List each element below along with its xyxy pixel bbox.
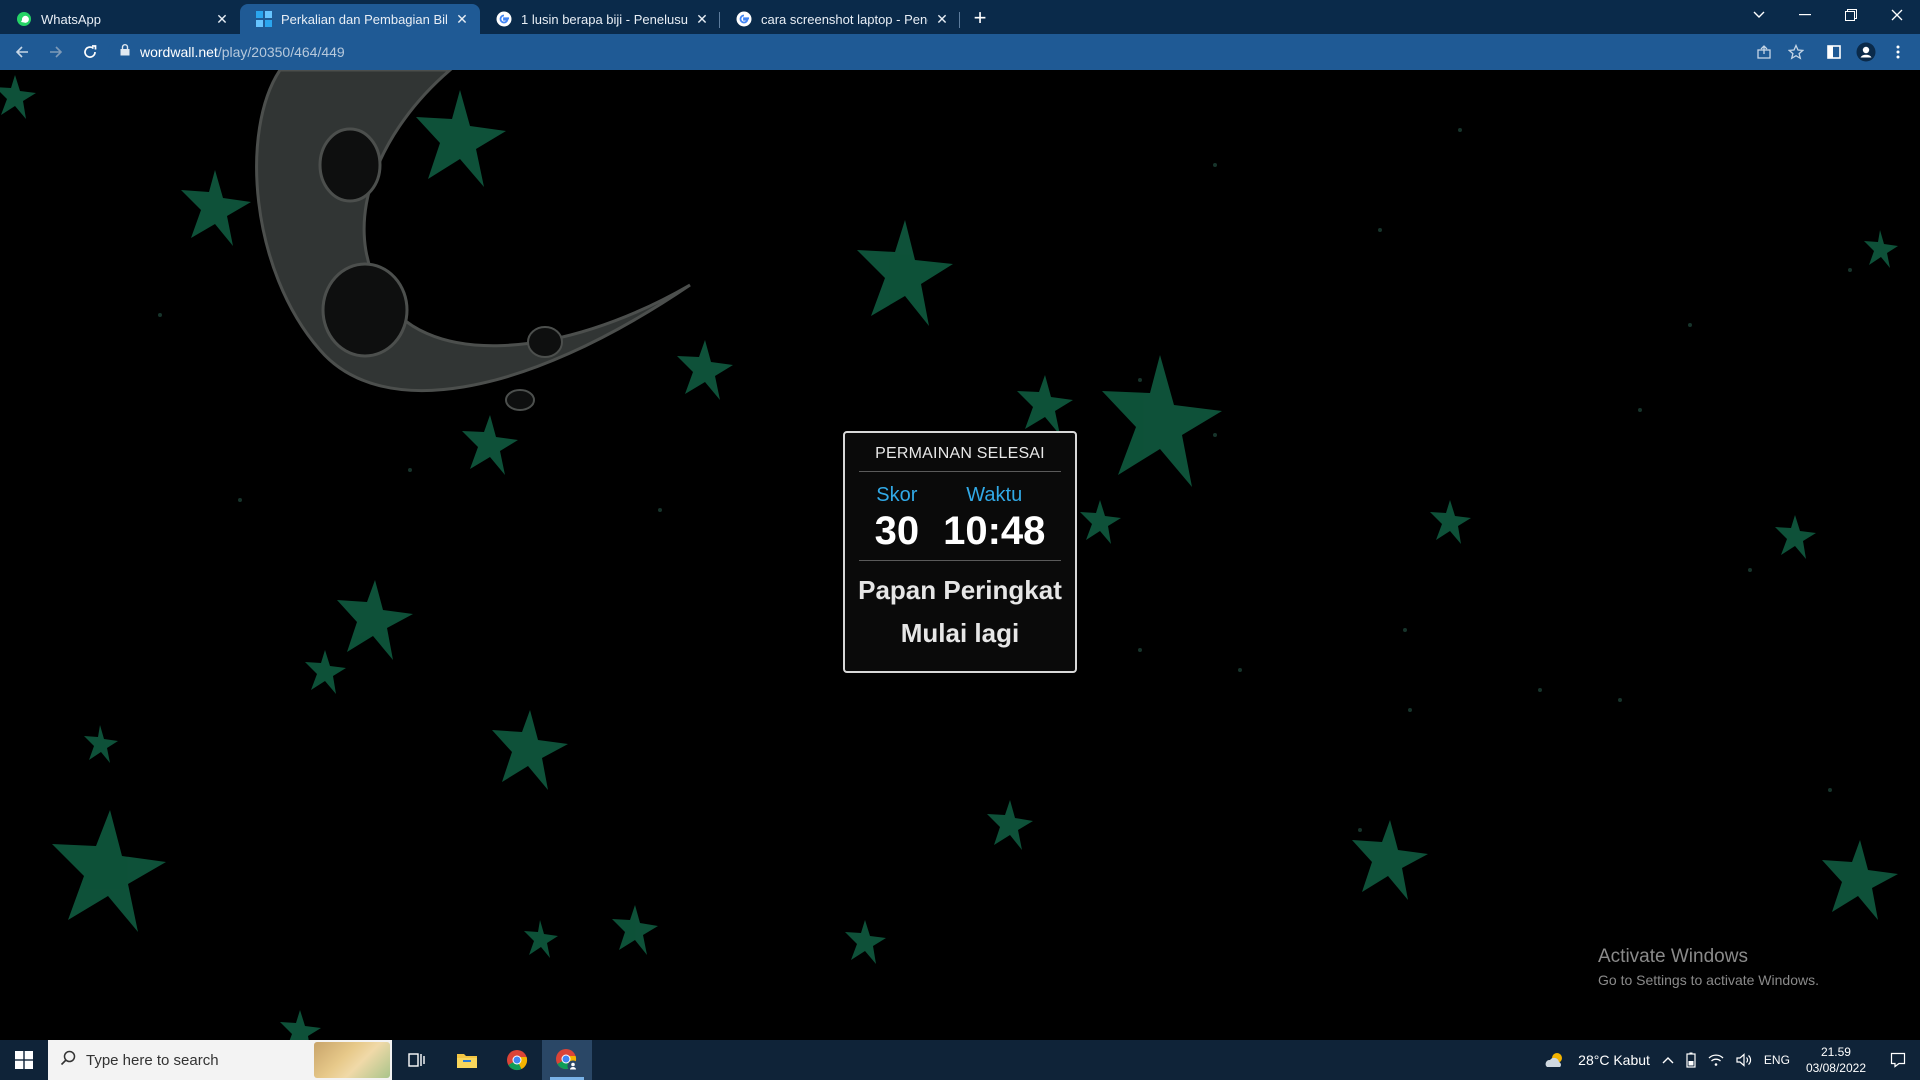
search-icon	[60, 1050, 76, 1071]
windows-start-button[interactable]	[0, 1040, 48, 1080]
menu-kebab-icon[interactable]	[1882, 36, 1914, 68]
leaderboard-button[interactable]: Papan Peringkat	[845, 575, 1075, 606]
browser-toolbar: wordwall.net/play/20350/464/449	[0, 34, 1920, 70]
battery-icon[interactable]	[1680, 1052, 1702, 1068]
url-path: /play/20350/464/449	[217, 44, 345, 60]
tab-google-lusin[interactable]: 1 lusin berapa biji - Penelusuran ✕	[480, 4, 720, 34]
volume-icon[interactable]	[1730, 1053, 1758, 1067]
game-over-panel: PERMAINAN SELESAI Skor 30 Waktu 10:48 Pa…	[843, 431, 1077, 673]
tab-title: Perkalian dan Pembagian Bilanga	[281, 11, 448, 27]
search-highlight-image	[314, 1042, 390, 1078]
restart-button[interactable]: Mulai lagi	[845, 618, 1075, 649]
weather-text[interactable]: 28°C Kabut	[1572, 1052, 1656, 1068]
close-icon[interactable]: ✕	[214, 11, 230, 27]
tab-wordwall[interactable]: Perkalian dan Pembagian Bilanga ✕	[240, 4, 480, 34]
system-tray: 28°C Kabut ENG 21.59 03/08/2022	[1538, 1040, 1920, 1080]
time-label: Waktu	[966, 484, 1023, 506]
tab-title: WhatsApp	[41, 11, 101, 27]
share-icon[interactable]	[1748, 36, 1780, 68]
language-indicator[interactable]: ENG	[1758, 1053, 1796, 1067]
chrome-profile-icon[interactable]	[542, 1040, 592, 1080]
tab-search-chevron-icon[interactable]	[1736, 0, 1782, 30]
tab-whatsapp[interactable]: WhatsApp ✕	[0, 4, 240, 34]
watermark-subtitle: Go to Settings to activate Windows.	[1598, 972, 1819, 988]
side-panel-icon[interactable]	[1818, 36, 1850, 68]
time-stat: Waktu 10:48	[943, 484, 1045, 554]
lock-icon[interactable]	[120, 43, 130, 61]
profile-icon[interactable]	[1850, 36, 1882, 68]
wordwall-icon	[256, 11, 272, 27]
clock-time: 21.59	[1820, 1045, 1851, 1059]
forward-button[interactable]	[40, 36, 72, 68]
clock-date: 03/08/2022	[1805, 1061, 1866, 1075]
google-icon	[736, 11, 752, 27]
browser-tab-strip: WhatsApp ✕ Perkalian dan Pembagian Bilan…	[0, 0, 1920, 34]
moon-illustration	[255, 70, 691, 411]
bookmark-star-icon[interactable]	[1780, 36, 1812, 68]
tab-google-screenshot[interactable]: cara screenshot laptop - Penelus ✕	[720, 4, 960, 34]
close-icon[interactable]: ✕	[934, 11, 950, 27]
back-button[interactable]	[6, 36, 38, 68]
close-window-button[interactable]	[1874, 0, 1920, 30]
score-stat: Skor 30	[875, 484, 920, 554]
panel-divider	[859, 560, 1061, 561]
result-stats: Skor 30 Waktu 10:48	[845, 484, 1075, 554]
tab-title: 1 lusin berapa biji - Penelusuran	[521, 11, 688, 27]
wifi-icon[interactable]	[1702, 1053, 1730, 1067]
reload-button[interactable]	[74, 36, 106, 68]
clock[interactable]: 21.59 03/08/2022	[1796, 1044, 1876, 1076]
game-canvas: PERMAINAN SELESAI Skor 30 Waktu 10:48 Pa…	[0, 70, 1920, 1040]
restore-button[interactable]	[1828, 0, 1874, 30]
close-icon[interactable]: ✕	[454, 11, 470, 27]
score-label: Skor	[876, 484, 918, 506]
url-host: wordwall.net	[140, 44, 218, 60]
tab-title: cara screenshot laptop - Penelus	[761, 11, 928, 27]
file-explorer-icon[interactable]	[442, 1040, 492, 1080]
search-placeholder: Type here to search	[86, 1051, 219, 1069]
time-value: 10:48	[943, 509, 1046, 553]
notification-icon[interactable]	[1876, 1052, 1920, 1068]
activate-windows-watermark: Activate Windows Go to Settings to activ…	[1598, 946, 1819, 988]
whatsapp-icon	[16, 11, 32, 27]
windows-taskbar: Type here to search 28°C Kabut ENG 21.59…	[0, 1040, 1920, 1080]
score-value: 30	[874, 509, 920, 553]
google-icon	[496, 11, 512, 27]
game-over-heading: PERMAINAN SELESAI	[875, 445, 1045, 462]
minimize-button[interactable]	[1782, 0, 1828, 30]
tab-separator	[959, 12, 960, 28]
toolbar-right	[1748, 34, 1920, 70]
taskbar-search-box[interactable]: Type here to search	[48, 1040, 392, 1080]
chevron-up-icon[interactable]	[1656, 1056, 1680, 1064]
address-bar[interactable]: wordwall.net/play/20350/464/449	[108, 38, 1788, 66]
panel-divider	[859, 471, 1061, 472]
weather-icon[interactable]	[1538, 1051, 1572, 1069]
close-icon[interactable]: ✕	[694, 11, 710, 27]
task-view-button[interactable]	[392, 1040, 442, 1080]
chrome-icon[interactable]	[492, 1040, 542, 1080]
new-tab-button[interactable]: +	[966, 4, 994, 32]
watermark-title: Activate Windows	[1598, 946, 1748, 967]
